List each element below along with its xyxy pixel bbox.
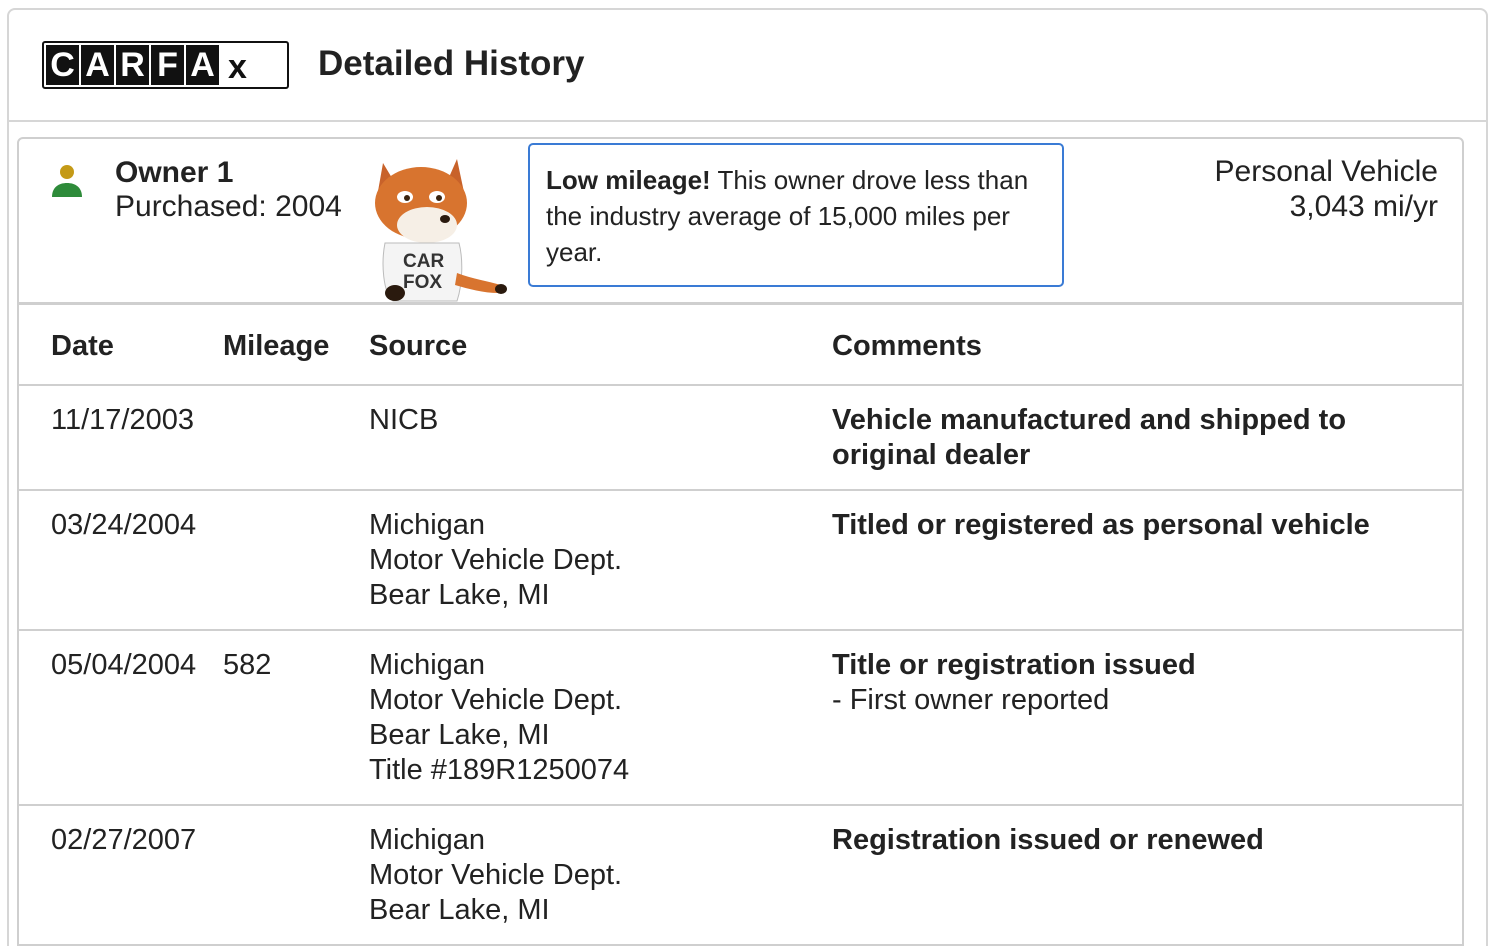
table-row: 03/24/2004 Michigan Motor Vehicle Dept. … bbox=[19, 490, 1462, 631]
cell-date: 02/27/2007 bbox=[19, 805, 223, 946]
cell-source: Michigan Motor Vehicle Dept. Bear Lake, … bbox=[369, 805, 832, 946]
cell-source: Michigan Motor Vehicle Dept. Bear Lake, … bbox=[369, 630, 832, 806]
cell-mileage: 582 bbox=[223, 630, 369, 806]
source-line: Michigan bbox=[369, 824, 486, 856]
cell-mileage bbox=[223, 490, 369, 631]
logo-letter: A bbox=[81, 45, 114, 85]
source-line: Bear Lake, MI bbox=[369, 719, 550, 751]
vehicle-usage: Personal Vehicle 3,043 mi/yr bbox=[1215, 154, 1438, 224]
owner-summary: Owner 1 Purchased: 2004 CAR FOX Low mile… bbox=[19, 139, 1462, 305]
logo-letter: R bbox=[116, 45, 149, 85]
source-line: Bear Lake, MI bbox=[369, 579, 550, 611]
person-icon bbox=[52, 165, 82, 197]
table-row: 02/27/2007 Michigan Motor Vehicle Dept. … bbox=[19, 805, 1462, 946]
shirt-text: FOX bbox=[403, 272, 442, 293]
column-header-mileage: Mileage bbox=[223, 305, 369, 386]
vehicle-type: Personal Vehicle bbox=[1214, 155, 1438, 188]
logo-letter: x bbox=[221, 45, 254, 85]
logo-letter: C bbox=[46, 45, 79, 85]
page-title: Detailed History bbox=[318, 44, 585, 83]
logo-letter: A bbox=[186, 45, 219, 85]
callout-headline: Low mileage! bbox=[546, 165, 711, 195]
source-line: NICB bbox=[369, 404, 439, 436]
source-line: Motor Vehicle Dept. bbox=[369, 544, 623, 576]
cell-comment: Titled or registered as personal vehicle bbox=[832, 490, 1462, 631]
history-table: Date Mileage Source Comments 11/17/2003 … bbox=[19, 305, 1462, 946]
comment-title: Titled or registered as personal vehicle bbox=[832, 509, 1370, 541]
source-line: Title #189R1250074 bbox=[369, 754, 630, 786]
owner-purchased: Purchased: 2004 bbox=[115, 190, 342, 223]
cell-comment: Registration issued or renewed bbox=[832, 805, 1462, 946]
owner-name: Owner 1 bbox=[115, 156, 234, 189]
cell-date: 03/24/2004 bbox=[19, 490, 223, 631]
source-line: Motor Vehicle Dept. bbox=[369, 684, 623, 716]
source-line: Michigan bbox=[369, 509, 486, 541]
cell-date: 05/04/2004 bbox=[19, 630, 223, 806]
column-header-source: Source bbox=[369, 305, 832, 386]
cell-mileage bbox=[223, 805, 369, 946]
source-line: Motor Vehicle Dept. bbox=[369, 859, 623, 891]
carfox-mascot-icon: CAR FOX bbox=[375, 159, 507, 302]
comment-title: Vehicle manufactured and shipped to orig… bbox=[832, 404, 1347, 471]
comment-title: Title or registration issued bbox=[832, 649, 1196, 681]
cell-source: Michigan Motor Vehicle Dept. Bear Lake, … bbox=[369, 490, 832, 631]
table-header-row: Date Mileage Source Comments bbox=[19, 305, 1462, 386]
source-line: Bear Lake, MI bbox=[369, 894, 550, 926]
cell-date: 11/17/2003 bbox=[19, 385, 223, 491]
carfax-logo: C A R F A x bbox=[42, 41, 289, 89]
cell-source: NICB bbox=[369, 385, 832, 491]
table-row: 05/04/2004 582 Michigan Motor Vehicle De… bbox=[19, 630, 1462, 806]
low-mileage-callout: Low mileage! This owner drove less than … bbox=[528, 143, 1064, 287]
column-header-comments: Comments bbox=[832, 305, 1462, 386]
cell-mileage bbox=[223, 385, 369, 491]
comment-detail: - First owner reported bbox=[832, 684, 1110, 716]
report-header: C A R F A x Detailed History bbox=[9, 10, 1486, 122]
column-header-date: Date bbox=[19, 305, 223, 386]
miles-per-year: 3,043 mi/yr bbox=[1289, 190, 1438, 223]
comment-title: Registration issued or renewed bbox=[832, 824, 1264, 856]
table-row: 11/17/2003 NICB Vehicle manufactured and… bbox=[19, 385, 1462, 491]
cell-comment: Vehicle manufactured and shipped to orig… bbox=[832, 385, 1462, 491]
shirt-text: CAR bbox=[403, 251, 444, 272]
source-line: Michigan bbox=[369, 649, 486, 681]
cell-comment: Title or registration issued - First own… bbox=[832, 630, 1462, 806]
owner-card: Owner 1 Purchased: 2004 CAR FOX Low mile… bbox=[17, 137, 1464, 946]
logo-letter: F bbox=[151, 45, 184, 85]
